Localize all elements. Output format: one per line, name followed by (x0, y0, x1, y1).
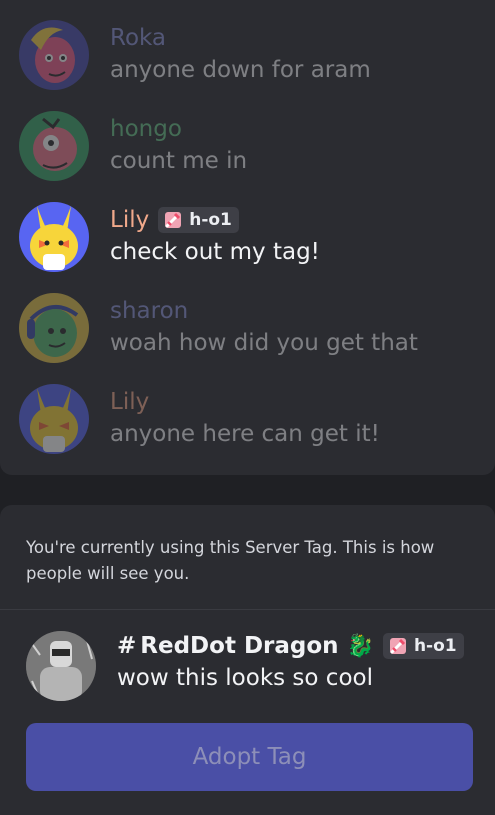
message-lily: Lily anyone here can get it! (19, 384, 489, 456)
server-tag-badge[interactable]: h-o1 (158, 207, 239, 233)
sword-icon (165, 212, 182, 228)
server-tag-badge[interactable]: h-o1 (382, 633, 464, 659)
divider (0, 609, 495, 610)
avatar-hongo (19, 111, 89, 181)
dragon-emoji-icon: 🐉 (346, 633, 374, 659)
username: Lily (110, 389, 150, 415)
username: Roka (110, 25, 167, 51)
avatar-roka (19, 20, 89, 90)
message-text: count me in (110, 148, 248, 174)
hash-prefix: # (117, 633, 137, 659)
adopt-tag-panel: You're currently using this Server Tag. … (0, 505, 495, 815)
sword-icon (389, 638, 406, 654)
info-text: You're currently using this Server Tag. … (26, 538, 435, 583)
adopt-tag-button[interactable]: Adopt Tag (26, 723, 473, 791)
avatar-lily (19, 202, 89, 272)
username: RedDot Dragon (140, 633, 339, 659)
chat-preview-panel: Roka anyone down for aram hongo count me… (0, 0, 495, 475)
message-text: wow this looks so cool (117, 665, 373, 691)
avatar-lily (19, 384, 89, 454)
tag-label: h-o1 (413, 636, 457, 656)
message-lily-highlighted: Lily h-o1 check out my tag! (19, 202, 489, 274)
message-sharon: sharon woah how did you get that (19, 293, 489, 365)
username: Lily (110, 207, 150, 233)
avatar-self (26, 631, 96, 701)
message-roka: Roka anyone down for aram (19, 20, 489, 92)
message-text: anyone down for aram (110, 57, 371, 83)
username: sharon (110, 298, 189, 324)
message-hongo: hongo count me in (19, 111, 489, 183)
tag-label: h-o1 (189, 210, 232, 230)
message-text: check out my tag! (110, 239, 320, 265)
username: hongo (110, 116, 182, 142)
avatar-sharon (19, 293, 89, 363)
message-text: woah how did you get that (110, 330, 418, 356)
message-text: anyone here can get it! (110, 421, 380, 447)
self-preview-message: # RedDot Dragon 🐉 h-o1 wow this looks so… (26, 631, 486, 703)
